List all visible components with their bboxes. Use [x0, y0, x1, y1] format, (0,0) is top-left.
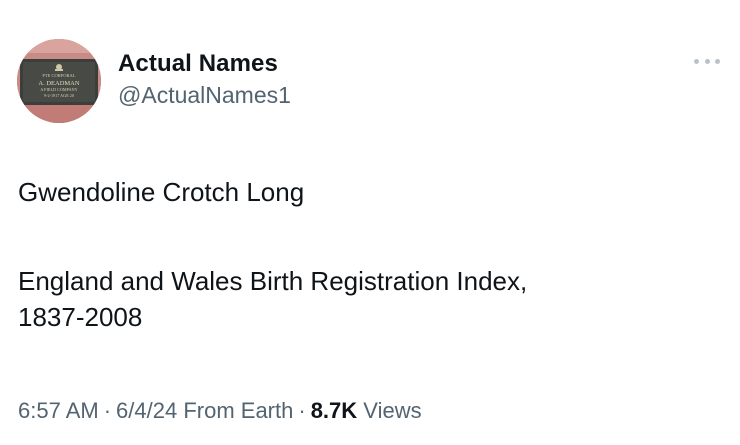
- author-block: Actual Names @ActualNames1: [118, 50, 291, 109]
- tweet-meta: 6:57 AM · 6/4/24 From Earth · 8.7K Views: [18, 397, 422, 425]
- avatar-line4: 9-2-1917 AGE 20: [44, 93, 74, 98]
- tweet-text-line: England and Wales Birth Registration Ind…: [18, 266, 528, 296]
- user-handle[interactable]: @ActualNames1: [118, 81, 291, 109]
- separator: ·: [103, 398, 112, 423]
- tweet-text: Gwendoline Crotch Long England and Wales…: [18, 174, 718, 335]
- tweet-text-line: 1837-2008: [18, 302, 143, 332]
- views-label: Views: [363, 398, 422, 423]
- tweet-text-line: Gwendoline Crotch Long: [18, 177, 305, 207]
- avatar[interactable]: PTE CORPORAL A. DEADMAN A FIELD COMPANY …: [17, 39, 101, 123]
- avatar-line3: A FIELD COMPANY: [40, 87, 77, 92]
- tweet-date-source[interactable]: 6/4/24 From Earth: [116, 398, 293, 423]
- tweet: PTE CORPORAL A. DEADMAN A FIELD COMPANY …: [0, 0, 740, 445]
- display-name[interactable]: Actual Names: [118, 50, 291, 78]
- separator: ·: [298, 398, 306, 423]
- dot-icon: [704, 58, 710, 64]
- avatar-line2: A. DEADMAN: [38, 80, 79, 87]
- tweet-time[interactable]: 6:57 AM: [18, 398, 99, 423]
- dot-icon: [715, 58, 720, 64]
- views-count[interactable]: 8.7K: [311, 398, 357, 423]
- more-options-icon[interactable]: [694, 54, 720, 68]
- dot-icon: [694, 58, 699, 64]
- avatar-image: PTE CORPORAL A. DEADMAN A FIELD COMPANY …: [17, 39, 101, 123]
- avatar-line1: PTE CORPORAL: [42, 73, 75, 78]
